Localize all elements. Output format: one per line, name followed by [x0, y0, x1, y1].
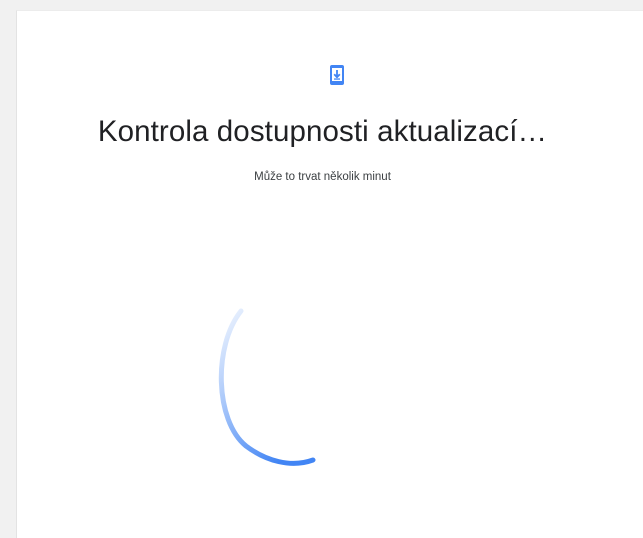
phone-download-icon [330, 65, 344, 85]
page-subtitle: Může to trvat několik minut [254, 171, 391, 183]
page-title: Kontrola dostupnosti aktualizací… [97, 115, 548, 148]
update-check-screen: Kontrola dostupnosti aktualizací… Může t… [16, 10, 643, 538]
loading-spinner [218, 308, 316, 466]
